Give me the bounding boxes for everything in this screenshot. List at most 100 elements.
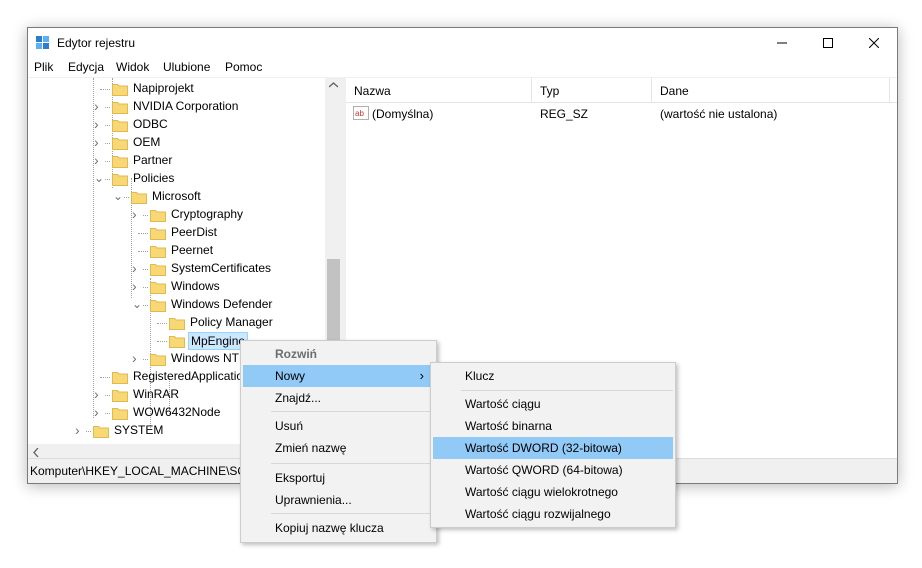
menu-separator bbox=[271, 463, 434, 464]
menu-item-nowy[interactable]: Nowy › bbox=[243, 365, 434, 387]
menu-edycja[interactable]: Edycja bbox=[68, 60, 104, 74]
menu-item-eksportuj[interactable]: Eksportuj bbox=[243, 467, 434, 489]
menu-separator bbox=[271, 513, 434, 514]
column-header-type[interactable]: Typ bbox=[540, 84, 559, 98]
menu-item-uprawnienia[interactable]: Uprawnienia... bbox=[243, 489, 434, 511]
submenu-item-label: Wartość binarna bbox=[465, 419, 552, 433]
submenu-item[interactable]: Wartość ciągu bbox=[433, 393, 673, 415]
tree-item-label: ODBC bbox=[133, 117, 168, 131]
expand-chevron-icon[interactable]: › bbox=[132, 205, 142, 222]
expand-chevron-icon[interactable]: › bbox=[132, 277, 142, 294]
expand-chevron-icon[interactable]: › bbox=[94, 133, 104, 150]
expand-chevron-icon[interactable]: › bbox=[94, 97, 104, 114]
expand-chevron-icon[interactable]: › bbox=[132, 259, 142, 276]
tree-scroll-thumb[interactable] bbox=[327, 259, 340, 351]
menu-item-kopiuj-nazwe[interactable]: Kopiuj nazwę klucza bbox=[243, 517, 434, 539]
tree-item[interactable]: › ODBC bbox=[28, 115, 325, 134]
tree-item[interactable]: › Cryptography bbox=[28, 205, 325, 224]
submenu-item-label: Wartość ciągu wielokrotnego bbox=[465, 485, 618, 499]
expand-chevron-icon[interactable]: › bbox=[132, 349, 142, 366]
menu-item-usun[interactable]: Usuń bbox=[243, 415, 434, 437]
menu-ulubione[interactable]: Ulubione bbox=[163, 60, 210, 74]
menu-item-label: Eksportuj bbox=[275, 471, 326, 485]
folder-icon bbox=[150, 354, 166, 366]
tree-item[interactable]: › Partner bbox=[28, 151, 325, 170]
tree-item[interactable]: Peernet bbox=[28, 242, 325, 260]
tree-item[interactable]: ⌄ Windows Defender bbox=[28, 295, 325, 314]
tree-item[interactable]: › OEM bbox=[28, 133, 325, 152]
minimize-button[interactable] bbox=[759, 28, 805, 58]
column-header-name[interactable]: Nazwa bbox=[354, 84, 391, 98]
menu-pomoc[interactable]: Pomoc bbox=[225, 60, 262, 74]
tree-item[interactable]: ⌄ Microsoft bbox=[28, 187, 325, 206]
submenu-item[interactable]: Wartość ciągu wielokrotnego bbox=[433, 481, 673, 503]
submenu-item-label: Klucz bbox=[465, 369, 495, 383]
menu-widok[interactable]: Widok bbox=[116, 60, 149, 74]
expand-chevron-icon[interactable]: › bbox=[94, 115, 104, 132]
folder-icon bbox=[112, 174, 128, 186]
tree-item[interactable]: PeerDist bbox=[28, 224, 325, 242]
tree-item[interactable]: › NVIDIA Corporation bbox=[28, 97, 325, 116]
title-bar[interactable]: Edytor rejestru bbox=[28, 28, 897, 58]
tree-connector bbox=[157, 323, 167, 325]
expand-chevron-icon[interactable]: › bbox=[94, 151, 104, 168]
column-separator bbox=[531, 78, 532, 102]
menu-item-label: Znajdź... bbox=[275, 391, 322, 405]
folder-icon bbox=[150, 210, 166, 222]
column-header-data[interactable]: Dane bbox=[660, 84, 689, 98]
folder-icon bbox=[112, 156, 128, 168]
window-title: Edytor rejestru bbox=[57, 36, 136, 50]
tree-item[interactable]: ⌄ Policies bbox=[28, 169, 325, 188]
collapse-chevron-icon[interactable]: ⌄ bbox=[94, 169, 104, 185]
close-button[interactable] bbox=[851, 28, 897, 58]
context-menu: Rozwiń Nowy › Znajdź... Usuń Zmień nazwę Ekspo… bbox=[240, 340, 437, 543]
tree-connector bbox=[100, 89, 110, 91]
collapse-chevron-icon[interactable]: ⌄ bbox=[113, 187, 123, 203]
list-header: Nazwa Typ Dane bbox=[346, 78, 897, 103]
folder-icon bbox=[150, 264, 166, 276]
submenu-arrow-icon: › bbox=[419, 368, 424, 383]
menu-item-zmien-nazwe[interactable]: Zmień nazwę bbox=[243, 437, 434, 459]
tree-item-label: Policies bbox=[133, 171, 175, 185]
maximize-icon bbox=[823, 38, 833, 48]
scroll-left-icon[interactable] bbox=[33, 448, 39, 457]
submenu-item[interactable]: Klucz bbox=[433, 365, 673, 387]
scroll-up-icon[interactable] bbox=[329, 82, 338, 88]
value-data: (wartość nie ustalona) bbox=[660, 107, 778, 121]
tree-item-label: Peernet bbox=[171, 243, 214, 257]
tree-item[interactable]: › Windows bbox=[28, 277, 325, 296]
string-value-icon: ab bbox=[353, 106, 369, 120]
column-separator bbox=[889, 78, 890, 102]
expand-chevron-icon[interactable]: › bbox=[94, 403, 104, 420]
status-path: Komputer\HKEY_LOCAL_MACHINE\SOF bbox=[30, 464, 255, 478]
submenu-item[interactable]: Wartość DWORD (32-bitowa) bbox=[433, 437, 673, 459]
tree-item-label: WinRAR bbox=[133, 387, 180, 401]
folder-icon bbox=[112, 84, 128, 96]
maximize-button[interactable] bbox=[805, 28, 851, 58]
tree-item[interactable]: › SystemCertificates bbox=[28, 259, 325, 278]
submenu-item[interactable]: Wartość QWORD (64-bitowa) bbox=[433, 459, 673, 481]
expand-chevron-icon[interactable]: › bbox=[94, 385, 104, 402]
menu-separator bbox=[271, 411, 434, 412]
menu-item-label: Zmień nazwę bbox=[275, 441, 347, 455]
submenu-item[interactable]: Wartość binarna bbox=[433, 415, 673, 437]
tree-item[interactable]: Policy Manager bbox=[28, 314, 325, 332]
tree-item[interactable]: Napiprojekt bbox=[28, 80, 325, 98]
submenu-item-label: Wartość ciągu rozwijalnego bbox=[465, 507, 611, 521]
menu-item-label: Nowy bbox=[275, 369, 306, 383]
tree-item-label: Windows Defender bbox=[171, 297, 273, 311]
tree-item-label: Napiprojekt bbox=[133, 81, 194, 95]
tree-item-label: OEM bbox=[133, 135, 161, 149]
submenu-item-label: Wartość DWORD (32-bitowa) bbox=[465, 441, 622, 455]
tree-item-label: RegisteredApplications bbox=[133, 369, 256, 383]
tree-item-label: Policy Manager bbox=[190, 315, 273, 329]
menu-plik[interactable]: Plik bbox=[34, 60, 53, 74]
submenu-item[interactable]: Wartość ciągu rozwijalnego bbox=[433, 503, 673, 525]
tree-item-label: PeerDist bbox=[171, 225, 218, 239]
folder-icon bbox=[112, 390, 128, 402]
expand-chevron-icon[interactable]: › bbox=[75, 421, 85, 438]
menu-item-label: Usuń bbox=[275, 419, 304, 433]
collapse-chevron-icon[interactable]: ⌄ bbox=[132, 295, 142, 311]
menu-item-znajdz[interactable]: Znajdź... bbox=[243, 387, 434, 409]
tree-item-label: Windows NT bbox=[171, 351, 240, 365]
